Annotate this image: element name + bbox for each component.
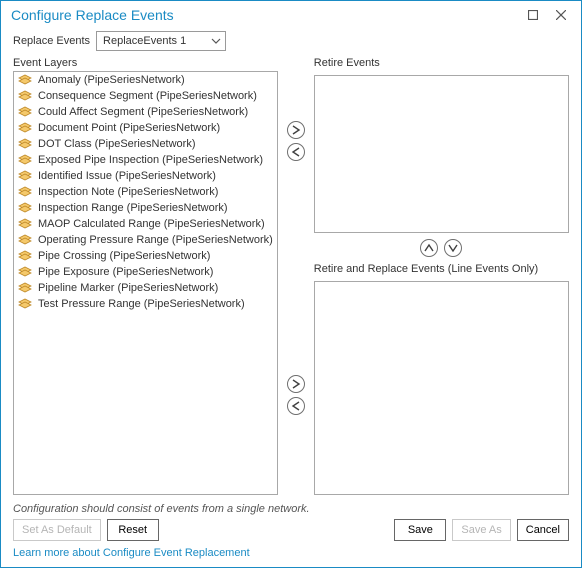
layer-icon xyxy=(18,138,32,150)
replace-events-dropdown[interactable]: ReplaceEvents 1 xyxy=(96,31,226,51)
layer-icon xyxy=(18,282,32,294)
retire-events-listbox[interactable] xyxy=(314,75,569,233)
retire-events-label: Retire Events xyxy=(314,57,569,69)
window-title: Configure Replace Events xyxy=(11,7,519,23)
move-right-replace-button[interactable] xyxy=(287,375,305,393)
close-button[interactable] xyxy=(547,5,575,25)
save-as-button[interactable]: Save As xyxy=(452,519,510,541)
maximize-button[interactable] xyxy=(519,5,547,25)
event-layers-listbox[interactable]: Anomaly (PipeSeriesNetwork) Consequence S… xyxy=(13,71,278,495)
move-left-retire-button[interactable] xyxy=(287,143,305,161)
list-item[interactable]: Consequence Segment (PipeSeriesNetwork) xyxy=(14,88,277,104)
chevron-down-icon xyxy=(211,36,221,46)
arrow-right-icon xyxy=(291,379,301,389)
arrow-right-icon xyxy=(291,125,301,135)
list-item[interactable]: Anomaly (PipeSeriesNetwork) xyxy=(14,72,277,88)
layer-icon xyxy=(18,250,32,262)
list-item-label: MAOP Calculated Range (PipeSeriesNetwork… xyxy=(38,218,265,230)
dialog-window: Configure Replace Events Replace Events … xyxy=(0,0,582,568)
layer-icon xyxy=(18,106,32,118)
dropdown-row: Replace Events ReplaceEvents 1 xyxy=(13,31,569,51)
layer-icon xyxy=(18,122,32,134)
list-item-label: Pipe Crossing (PipeSeriesNetwork) xyxy=(38,250,210,262)
list-item[interactable]: Pipe Exposure (PipeSeriesNetwork) xyxy=(14,264,277,280)
move-up-button[interactable] xyxy=(420,239,438,257)
reset-button[interactable]: Reset xyxy=(107,519,159,541)
arrow-down-icon xyxy=(448,243,458,253)
list-item[interactable]: Document Point (PipeSeriesNetwork) xyxy=(14,120,277,136)
layer-icon xyxy=(18,298,32,310)
layer-icon xyxy=(18,154,32,166)
list-item-label: Inspection Note (PipeSeriesNetwork) xyxy=(38,186,218,198)
replace-transfer-buttons xyxy=(287,375,305,415)
arrow-left-icon xyxy=(291,147,301,157)
list-item[interactable]: Inspection Range (PipeSeriesNetwork) xyxy=(14,200,277,216)
list-item-label: Pipe Exposure (PipeSeriesNetwork) xyxy=(38,266,213,278)
set-default-button[interactable]: Set As Default xyxy=(13,519,101,541)
list-item-label: Pipeline Marker (PipeSeriesNetwork) xyxy=(38,282,218,294)
list-item-label: DOT Class (PipeSeriesNetwork) xyxy=(38,138,196,150)
list-item[interactable]: Exposed Pipe Inspection (PipeSeriesNetwo… xyxy=(14,152,277,168)
arrow-up-icon xyxy=(424,243,434,253)
layer-icon xyxy=(18,218,32,230)
list-item-label: Exposed Pipe Inspection (PipeSeriesNetwo… xyxy=(38,154,263,166)
layer-icon xyxy=(18,266,32,278)
list-item[interactable]: Pipeline Marker (PipeSeriesNetwork) xyxy=(14,280,277,296)
dropdown-selected-text: ReplaceEvents 1 xyxy=(103,35,211,47)
columns: Event Layers Anomaly (PipeSeriesNetwork)… xyxy=(13,57,569,495)
list-item[interactable]: DOT Class (PipeSeriesNetwork) xyxy=(14,136,277,152)
titlebar: Configure Replace Events xyxy=(1,1,581,29)
list-item-label: Consequence Segment (PipeSeriesNetwork) xyxy=(38,90,257,102)
list-item-label: Anomaly (PipeSeriesNetwork) xyxy=(38,74,185,86)
event-layers-label: Event Layers xyxy=(13,57,278,69)
replace-events-label: Replace Events xyxy=(13,35,90,47)
retire-replace-listbox[interactable] xyxy=(314,281,569,495)
left-column: Event Layers Anomaly (PipeSeriesNetwork)… xyxy=(13,57,278,495)
layer-icon xyxy=(18,202,32,214)
move-right-retire-button[interactable] xyxy=(287,121,305,139)
content-area: Replace Events ReplaceEvents 1 Event Lay… xyxy=(1,29,581,567)
maximize-icon xyxy=(528,10,538,20)
list-item-label: Operating Pressure Range (PipeSeriesNetw… xyxy=(38,234,273,246)
list-item[interactable]: Pipe Crossing (PipeSeriesNetwork) xyxy=(14,248,277,264)
list-item[interactable]: Inspection Note (PipeSeriesNetwork) xyxy=(14,184,277,200)
list-item-label: Document Point (PipeSeriesNetwork) xyxy=(38,122,220,134)
list-item[interactable]: Identified Issue (PipeSeriesNetwork) xyxy=(14,168,277,184)
layer-icon xyxy=(18,74,32,86)
reorder-buttons xyxy=(314,239,569,257)
arrow-left-icon xyxy=(291,401,301,411)
button-row: Set As Default Reset Save Save As Cancel xyxy=(13,519,569,541)
list-item[interactable]: Operating Pressure Range (PipeSeriesNetw… xyxy=(14,232,277,248)
list-item-label: Test Pressure Range (PipeSeriesNetwork) xyxy=(38,298,245,310)
cancel-button[interactable]: Cancel xyxy=(517,519,569,541)
move-down-button[interactable] xyxy=(444,239,462,257)
list-item[interactable]: Test Pressure Range (PipeSeriesNetwork) xyxy=(14,296,277,312)
layer-icon xyxy=(18,186,32,198)
close-icon xyxy=(556,10,566,20)
learn-more-link[interactable]: Learn more about Configure Event Replace… xyxy=(13,547,569,559)
list-item[interactable]: Could Affect Segment (PipeSeriesNetwork) xyxy=(14,104,277,120)
layer-icon xyxy=(18,90,32,102)
list-item[interactable]: MAOP Calculated Range (PipeSeriesNetwork… xyxy=(14,216,277,232)
right-column: Retire Events Retire and Replace Events … xyxy=(314,57,569,495)
list-item-label: Inspection Range (PipeSeriesNetwork) xyxy=(38,202,228,214)
layer-icon xyxy=(18,234,32,246)
list-item-label: Identified Issue (PipeSeriesNetwork) xyxy=(38,170,216,182)
save-button[interactable]: Save xyxy=(394,519,446,541)
hint-text: Configuration should consist of events f… xyxy=(13,503,569,515)
retire-transfer-buttons xyxy=(287,121,305,161)
layer-icon xyxy=(18,170,32,182)
list-item-label: Could Affect Segment (PipeSeriesNetwork) xyxy=(38,106,248,118)
transfer-buttons-column xyxy=(284,57,308,495)
move-left-replace-button[interactable] xyxy=(287,397,305,415)
retire-replace-label: Retire and Replace Events (Line Events O… xyxy=(314,263,569,275)
